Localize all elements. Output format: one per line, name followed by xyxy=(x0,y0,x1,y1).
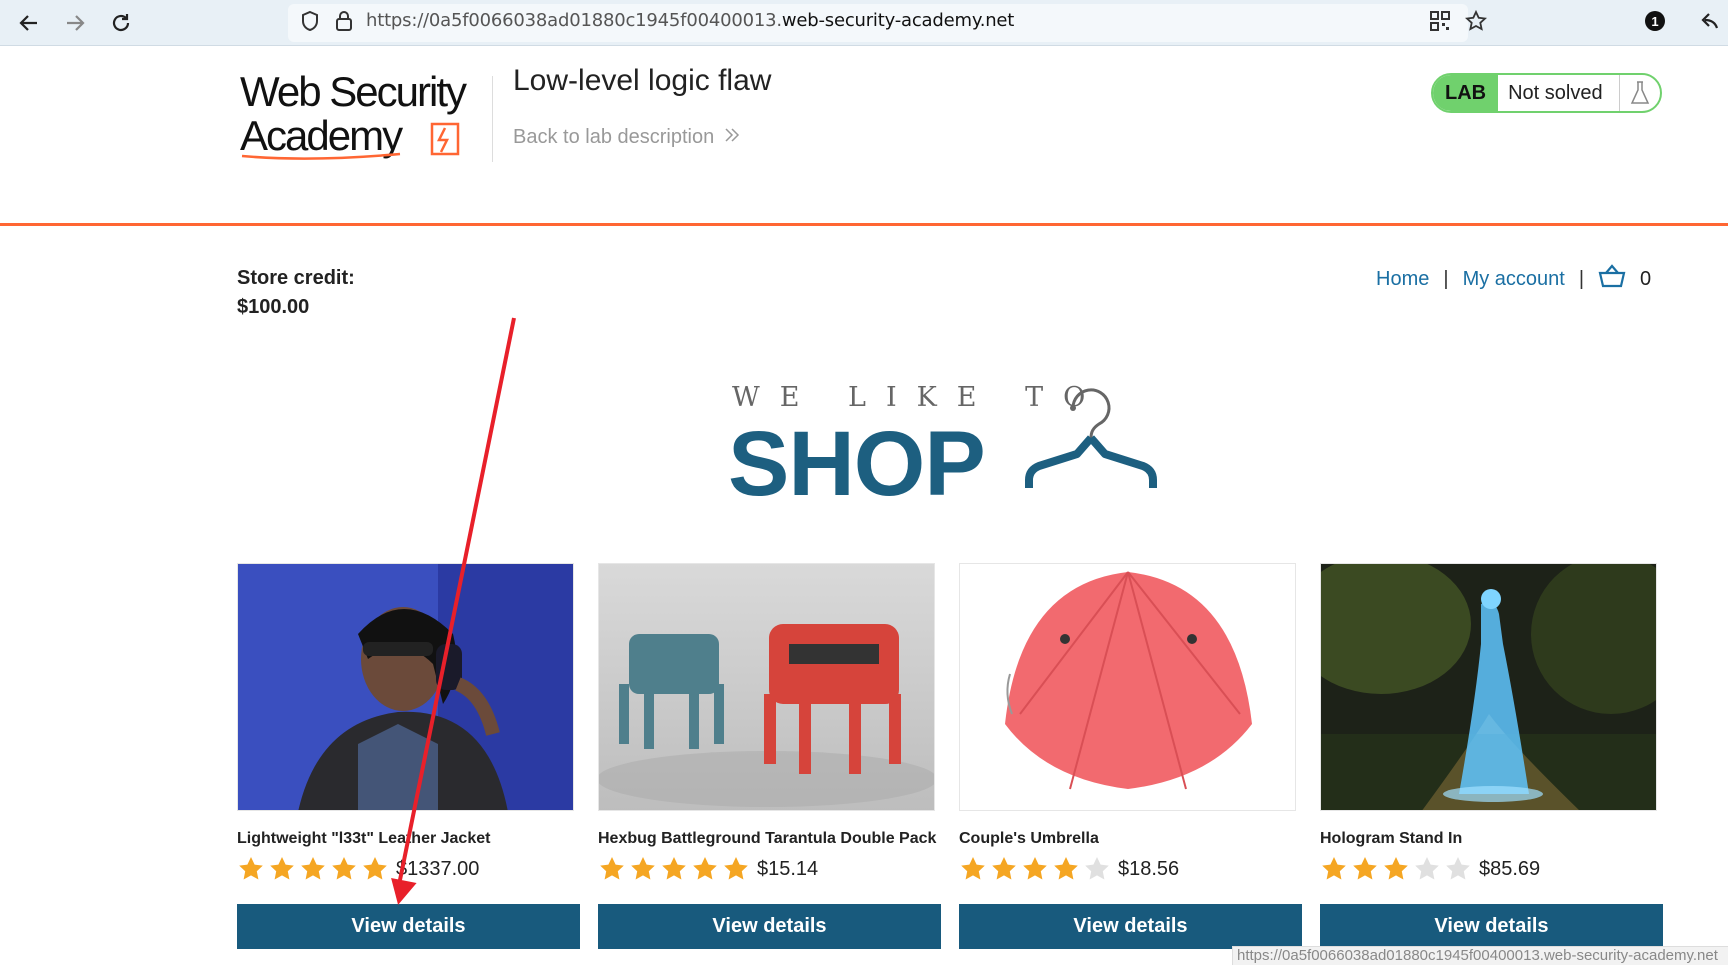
store-credit-label: Store credit: xyxy=(237,267,355,289)
star-filled-icon xyxy=(1353,857,1377,880)
lab-header: Web Security Academy Low-level logic fla… xyxy=(0,46,1728,226)
star-rating xyxy=(959,855,1114,883)
product-card: Hologram Stand In $85.69 View details xyxy=(1320,563,1663,949)
product-rating: $85.69 xyxy=(1320,855,1540,883)
forward-arrow-icon[interactable] xyxy=(60,8,90,38)
store-credit: Store credit: $100.00 xyxy=(237,264,355,322)
star-empty-icon xyxy=(1415,857,1439,880)
flask-icon xyxy=(1620,75,1660,111)
extension-badge-icon[interactable]: 1 xyxy=(1643,9,1667,33)
nav-separator: | xyxy=(1443,267,1449,290)
store-credit-value: $100.00 xyxy=(237,296,310,318)
double-chevron-right-icon xyxy=(724,126,740,149)
product-name: Couple's Umbrella xyxy=(959,830,1099,847)
browser-toolbar: https://0a5f0066038ad01880c1945f00400013… xyxy=(0,0,1728,46)
product-price: $1337.00 xyxy=(396,857,480,880)
product-rating: $15.14 xyxy=(598,855,818,883)
url-host: web-security-academy.net xyxy=(781,10,1015,31)
star-rating xyxy=(598,855,753,883)
product-price: $15.14 xyxy=(757,857,819,880)
star-filled-icon xyxy=(270,857,294,880)
star-filled-icon xyxy=(961,857,985,880)
star-filled-icon xyxy=(1054,857,1078,880)
logo-divider xyxy=(492,76,493,162)
url-prefix: https://0a5f0066038ad01880c1945f00400013… xyxy=(366,10,782,31)
product-card: Couple's Umbrella $18.56 View details xyxy=(959,563,1302,949)
product-image[interactable] xyxy=(959,563,1296,811)
star-filled-icon xyxy=(631,857,655,880)
back-link-label: Back to lab description xyxy=(513,126,715,148)
share-back-icon[interactable] xyxy=(1696,9,1720,33)
lab-status-widget: LAB Not solved xyxy=(1431,73,1662,113)
qr-code-icon[interactable] xyxy=(1428,9,1452,33)
url-text[interactable]: https://0a5f0066038ad01880c1945f00400013… xyxy=(366,10,1014,31)
logo-line1: Web Security xyxy=(240,70,467,115)
extension-badge-count: 1 xyxy=(1651,14,1658,29)
view-details-button[interactable]: View details xyxy=(598,904,941,949)
star-filled-icon xyxy=(662,857,686,880)
product-name: Hexbug Battleground Tarantula Double Pac… xyxy=(598,830,937,847)
star-empty-icon xyxy=(1446,857,1470,880)
product-card: Hexbug Battleground Tarantula Double Pac… xyxy=(598,563,941,949)
product-grid: Lightweight "l33t" Leather Jacket $1337.… xyxy=(237,563,1663,963)
cart-icon[interactable] xyxy=(1598,264,1626,294)
product-name: Lightweight "l33t" Leather Jacket xyxy=(237,830,491,847)
product-rating: $18.56 xyxy=(959,855,1179,883)
nav-separator: | xyxy=(1578,267,1585,290)
star-filled-icon xyxy=(332,857,356,880)
star-filled-icon xyxy=(1384,857,1408,880)
star-filled-icon xyxy=(724,857,748,880)
lock-icon[interactable] xyxy=(332,9,356,33)
hero-headline: SHOP xyxy=(728,413,986,515)
star-filled-icon xyxy=(693,857,717,880)
star-filled-icon xyxy=(992,857,1016,880)
bookmark-star-icon[interactable] xyxy=(1464,9,1488,33)
reload-icon[interactable] xyxy=(106,8,136,38)
product-image[interactable] xyxy=(1320,563,1657,811)
hanger-icon xyxy=(1018,374,1168,504)
star-filled-icon xyxy=(363,857,387,880)
view-details-button[interactable]: View details xyxy=(959,904,1302,949)
back-arrow-icon[interactable] xyxy=(14,8,44,38)
star-rating xyxy=(237,855,392,883)
product-rating: $1337.00 xyxy=(237,855,479,883)
home-link[interactable]: Home xyxy=(1376,268,1429,291)
shield-icon[interactable] xyxy=(298,9,322,33)
my-account-link[interactable]: My account xyxy=(1463,268,1565,291)
web-security-academy-logo[interactable]: Web Security Academy xyxy=(240,68,490,170)
product-name: Hologram Stand In xyxy=(1320,830,1463,847)
store-nav: Home | My account | 0 xyxy=(1376,264,1651,294)
lab-status-text: Not solved xyxy=(1498,75,1620,111)
lab-badge: LAB xyxy=(1433,75,1499,111)
back-to-lab-description-link[interactable]: Back to lab description xyxy=(513,126,740,149)
view-details-button[interactable]: View details xyxy=(1320,904,1663,949)
star-filled-icon xyxy=(600,857,624,880)
product-image[interactable] xyxy=(237,563,574,811)
lab-title: Low-level logic flaw xyxy=(513,64,772,97)
star-filled-icon xyxy=(301,857,325,880)
star-filled-icon xyxy=(239,857,263,880)
view-details-button[interactable]: View details xyxy=(237,904,580,949)
star-rating xyxy=(1320,855,1475,883)
cart-count: 0 xyxy=(1640,267,1652,290)
star-filled-icon xyxy=(1322,857,1346,880)
product-card: Lightweight "l33t" Leather Jacket $1337.… xyxy=(237,563,580,949)
star-filled-icon xyxy=(1023,857,1047,880)
product-price: $18.56 xyxy=(1118,857,1180,880)
product-image[interactable] xyxy=(598,563,935,811)
shop-hero-banner: WE LIKE TO SHOP xyxy=(728,374,1168,515)
link-preview-status-bar: https://0a5f0066038ad01880c1945f00400013… xyxy=(1232,946,1728,965)
logo-line2: Academy xyxy=(240,112,403,159)
star-empty-icon xyxy=(1085,857,1109,880)
product-price: $85.69 xyxy=(1479,857,1541,880)
